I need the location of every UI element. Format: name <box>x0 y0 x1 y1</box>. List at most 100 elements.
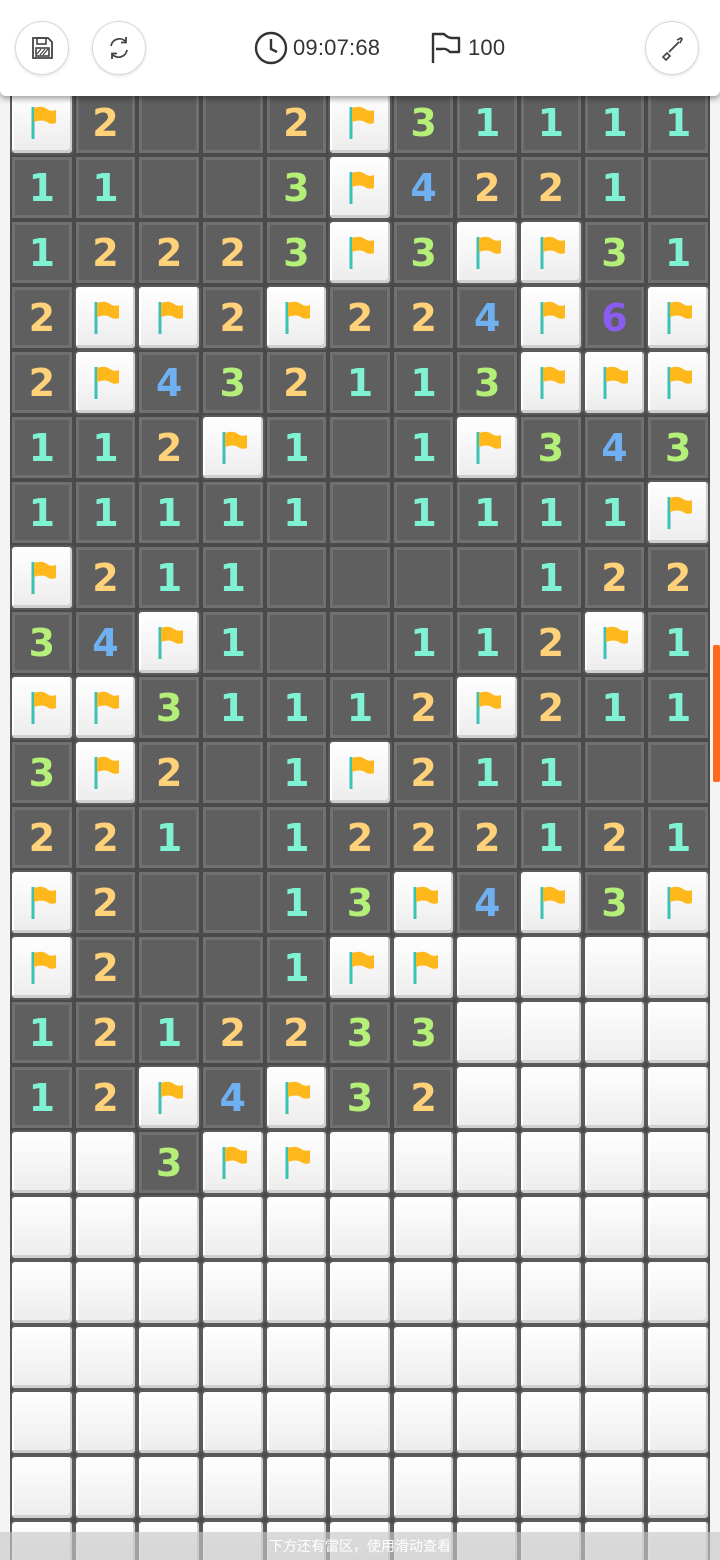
number-cell[interactable]: 2 <box>73 805 138 870</box>
number-cell[interactable]: 1 <box>646 90 710 155</box>
scroll-indicator[interactable] <box>713 645 720 782</box>
flagged-cell[interactable] <box>519 350 583 415</box>
covered-cell[interactable] <box>264 1195 329 1260</box>
number-cell[interactable]: 1 <box>646 220 710 285</box>
number-cell[interactable]: 3 <box>137 675 201 740</box>
covered-cell[interactable] <box>10 1195 74 1260</box>
empty-cell[interactable] <box>264 610 329 675</box>
flagged-cell[interactable] <box>391 935 456 1000</box>
flagged-cell[interactable] <box>264 285 329 350</box>
number-cell[interactable]: 1 <box>137 545 201 610</box>
flagged-cell[interactable] <box>328 155 392 220</box>
flagged-cell[interactable] <box>200 415 265 480</box>
covered-cell[interactable] <box>73 1455 138 1520</box>
number-cell[interactable]: 3 <box>646 415 710 480</box>
flagged-cell[interactable] <box>264 1065 329 1130</box>
number-cell[interactable]: 1 <box>73 480 138 545</box>
flagged-cell[interactable] <box>10 90 74 155</box>
flagged-cell[interactable] <box>73 740 138 805</box>
number-cell[interactable]: 3 <box>10 610 74 675</box>
number-cell[interactable]: 1 <box>519 90 583 155</box>
number-cell[interactable]: 1 <box>582 480 647 545</box>
number-cell[interactable]: 2 <box>391 740 456 805</box>
number-cell[interactable]: 3 <box>391 220 456 285</box>
number-cell[interactable]: 1 <box>10 1065 74 1130</box>
number-cell[interactable]: 1 <box>264 935 329 1000</box>
number-cell[interactable]: 1 <box>391 480 456 545</box>
number-cell[interactable]: 2 <box>10 350 74 415</box>
number-cell[interactable]: 2 <box>455 155 519 220</box>
number-cell[interactable]: 2 <box>391 285 456 350</box>
empty-cell[interactable] <box>200 805 265 870</box>
number-cell[interactable]: 1 <box>10 480 74 545</box>
number-cell[interactable]: 4 <box>582 415 647 480</box>
flagged-cell[interactable] <box>582 610 647 675</box>
covered-cell[interactable] <box>519 1260 583 1325</box>
covered-cell[interactable] <box>10 1325 74 1390</box>
covered-cell[interactable] <box>455 1455 519 1520</box>
number-cell[interactable]: 2 <box>646 545 710 610</box>
covered-cell[interactable] <box>519 1000 583 1065</box>
number-cell[interactable]: 1 <box>391 350 456 415</box>
covered-cell[interactable] <box>73 1260 138 1325</box>
number-cell[interactable]: 2 <box>328 805 392 870</box>
number-cell[interactable]: 2 <box>391 805 456 870</box>
number-cell[interactable]: 1 <box>264 675 329 740</box>
number-cell[interactable]: 2 <box>200 285 265 350</box>
number-cell[interactable]: 2 <box>455 805 519 870</box>
empty-cell[interactable] <box>200 90 265 155</box>
covered-cell[interactable] <box>391 1390 456 1455</box>
number-cell[interactable]: 2 <box>73 1000 138 1065</box>
covered-cell[interactable] <box>328 1325 392 1390</box>
flagged-cell[interactable] <box>455 220 519 285</box>
number-cell[interactable]: 2 <box>73 870 138 935</box>
number-cell[interactable]: 1 <box>264 480 329 545</box>
empty-cell[interactable] <box>582 740 647 805</box>
covered-cell[interactable] <box>455 935 519 1000</box>
covered-cell[interactable] <box>137 1455 201 1520</box>
number-cell[interactable]: 2 <box>73 220 138 285</box>
covered-cell[interactable] <box>455 1000 519 1065</box>
empty-cell[interactable] <box>200 870 265 935</box>
flagged-cell[interactable] <box>73 675 138 740</box>
number-cell[interactable]: 1 <box>10 155 74 220</box>
number-cell[interactable]: 3 <box>582 870 647 935</box>
flagged-cell[interactable] <box>519 870 583 935</box>
number-cell[interactable]: 4 <box>137 350 201 415</box>
number-cell[interactable]: 2 <box>391 675 456 740</box>
number-cell[interactable]: 2 <box>519 610 583 675</box>
number-cell[interactable]: 1 <box>455 610 519 675</box>
number-cell[interactable]: 4 <box>455 870 519 935</box>
covered-cell[interactable] <box>646 1065 710 1130</box>
number-cell[interactable]: 1 <box>264 740 329 805</box>
number-cell[interactable]: 1 <box>73 415 138 480</box>
flagged-cell[interactable] <box>519 285 583 350</box>
covered-cell[interactable] <box>455 1065 519 1130</box>
number-cell[interactable]: 1 <box>137 805 201 870</box>
covered-cell[interactable] <box>10 1130 74 1195</box>
empty-cell[interactable] <box>137 935 201 1000</box>
number-cell[interactable]: 1 <box>200 610 265 675</box>
flagged-cell[interactable] <box>455 415 519 480</box>
covered-cell[interactable] <box>200 1325 265 1390</box>
empty-cell[interactable] <box>328 545 392 610</box>
number-cell[interactable]: 3 <box>391 90 456 155</box>
covered-cell[interactable] <box>582 1000 647 1065</box>
number-cell[interactable]: 3 <box>582 220 647 285</box>
number-cell[interactable]: 1 <box>200 545 265 610</box>
covered-cell[interactable] <box>137 1195 201 1260</box>
flagged-cell[interactable] <box>200 1130 265 1195</box>
number-cell[interactable]: 1 <box>200 675 265 740</box>
flagged-cell[interactable] <box>137 610 201 675</box>
flagged-cell[interactable] <box>328 935 392 1000</box>
number-cell[interactable]: 3 <box>328 1000 392 1065</box>
number-cell[interactable]: 2 <box>200 220 265 285</box>
number-cell[interactable]: 1 <box>646 805 710 870</box>
flagged-cell[interactable] <box>646 870 710 935</box>
empty-cell[interactable] <box>646 155 710 220</box>
number-cell[interactable]: 2 <box>519 675 583 740</box>
flagged-cell[interactable] <box>646 350 710 415</box>
number-cell[interactable]: 2 <box>582 545 647 610</box>
covered-cell[interactable] <box>73 1195 138 1260</box>
number-cell[interactable]: 3 <box>455 350 519 415</box>
